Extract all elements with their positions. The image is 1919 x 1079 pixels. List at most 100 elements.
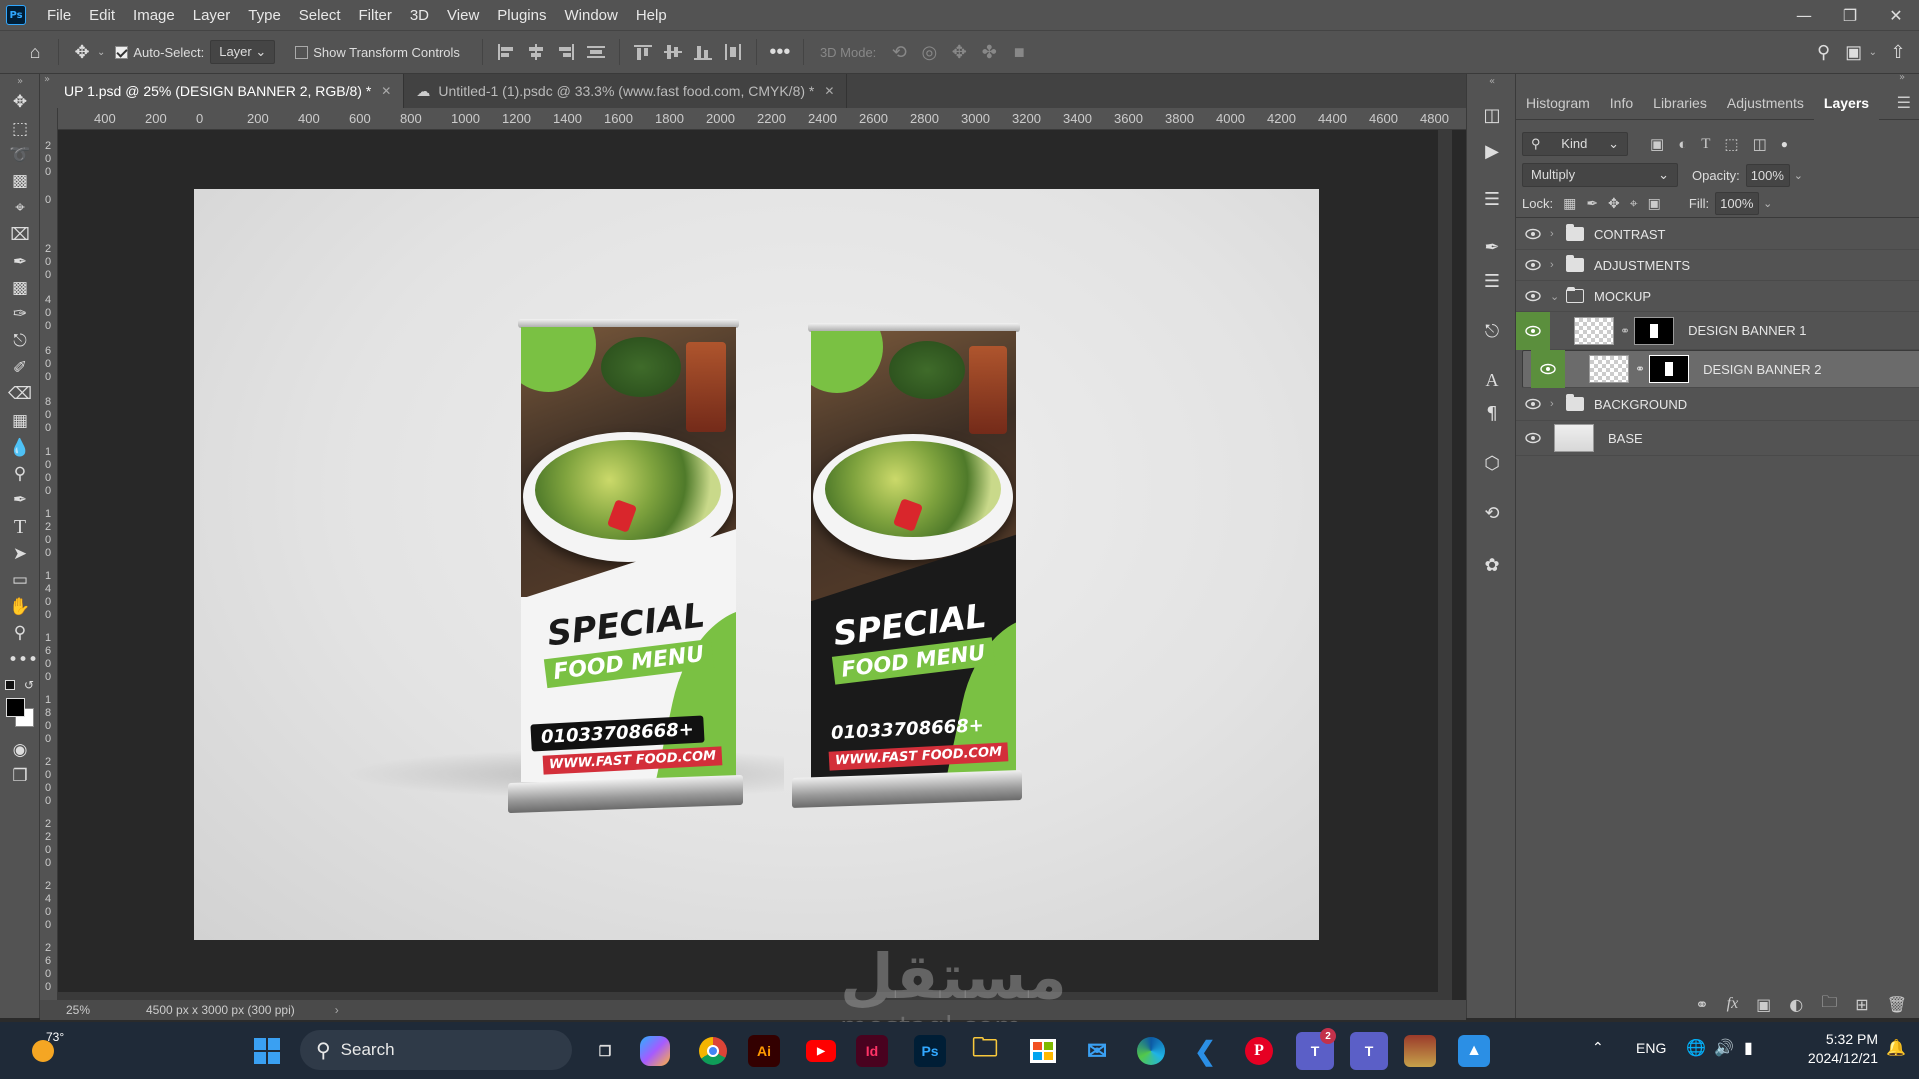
3d-roll-icon[interactable]: ◎ [914, 42, 944, 63]
collapse-icon[interactable]: » [8, 76, 32, 88]
menu-image[interactable]: Image [124, 7, 184, 24]
align-middle-icon[interactable] [662, 43, 684, 61]
start-button[interactable] [248, 1032, 286, 1070]
chevron-down-icon[interactable]: ⌄ [1763, 197, 1772, 210]
chevron-right-icon[interactable]: › [1550, 228, 1566, 240]
teams-work-icon[interactable]: T [1350, 1032, 1388, 1070]
fill-input[interactable]: 100% [1715, 192, 1760, 215]
visibility-eye-icon[interactable] [1531, 350, 1565, 388]
minimize-icon[interactable]: — [1781, 0, 1827, 30]
opacity-input[interactable]: 100% [1745, 163, 1790, 187]
document-info[interactable]: 4500 px x 3000 px (300 ppi) [146, 1003, 295, 1017]
photos-icon[interactable]: ▲ [1458, 1035, 1490, 1067]
vertical-scrollbar[interactable] [1438, 130, 1452, 1008]
layer-row-contrast[interactable]: › CONTRAST [1516, 219, 1919, 250]
filter-smart-object-icon[interactable]: ◫ [1753, 135, 1767, 153]
pinterest-icon[interactable]: P [1240, 1032, 1278, 1070]
chevron-down-icon[interactable]: ⌄ [1794, 169, 1803, 182]
close-tab-icon[interactable]: ✕ [381, 84, 391, 98]
eyedropper-tool-icon[interactable]: ✒ [8, 250, 32, 274]
3d-orbit-icon[interactable]: ⟲ [884, 42, 914, 63]
3d-camera-icon[interactable]: ■ [1004, 42, 1034, 63]
vscode-icon[interactable]: ❮ [1186, 1032, 1224, 1070]
share-icon[interactable]: ⇧ [1883, 42, 1913, 63]
zoom-tool-icon[interactable]: ⚲ [8, 621, 32, 645]
history-panel-icon[interactable]: ◫ [1480, 104, 1504, 128]
auto-select-checkbox[interactable] [115, 45, 129, 59]
menu-window[interactable]: Window [555, 7, 626, 24]
network-icon[interactable]: 🌐 [1686, 1038, 1706, 1057]
properties-panel-icon[interactable]: ☰ [1480, 188, 1504, 212]
add-mask-icon[interactable]: ▣ [1756, 995, 1771, 1014]
banner-2-mockup[interactable]: SPECIAL FOOD MENU 01033708668+ WWW.FAST … [792, 323, 1022, 809]
filter-pixel-icon[interactable]: ▣ [1650, 135, 1664, 153]
clone-source-icon[interactable]: ⎋ [1480, 320, 1504, 344]
clock[interactable]: 5:32 PM 2024/12/21 [1788, 1030, 1878, 1068]
collapse-icon[interactable]: » [1899, 72, 1905, 83]
expand-panels-icon[interactable]: » [40, 74, 54, 88]
photoshop-logo[interactable]: Ps [6, 5, 26, 25]
indesign-icon[interactable]: Id [856, 1035, 888, 1067]
horizontal-ruler[interactable]: 400 200 0 200 400 600 800 1000 1200 1400… [58, 108, 1466, 130]
foreground-color-swatch[interactable] [6, 698, 25, 717]
tab-libraries[interactable]: Libraries [1643, 86, 1717, 120]
tab-info[interactable]: Info [1600, 86, 1643, 120]
chevron-right-icon[interactable]: › [1550, 259, 1566, 271]
menu-file[interactable]: File [38, 7, 80, 24]
copilot-icon[interactable] [640, 1036, 670, 1066]
tab-adjustments[interactable]: Adjustments [1717, 86, 1814, 120]
align-bottom-icon[interactable] [692, 43, 714, 61]
actions-panel-icon[interactable]: ▶ [1480, 140, 1504, 164]
channels-panel-icon[interactable]: ✿ [1480, 554, 1504, 578]
3d-pan-icon[interactable]: ✥ [944, 42, 974, 63]
menu-type[interactable]: Type [239, 7, 290, 24]
search-icon[interactable]: ⚲ [1809, 42, 1839, 63]
link-icon[interactable]: ⚭ [1635, 362, 1645, 376]
timeline-panel-icon[interactable]: ⟲ [1480, 502, 1504, 526]
history-brush-tool-icon[interactable]: ✐ [8, 356, 32, 380]
tab-histogram[interactable]: Histogram [1516, 86, 1600, 120]
chevron-down-icon[interactable]: ⌄ [97, 47, 105, 58]
volume-icon[interactable]: 🔊 [1714, 1038, 1734, 1057]
home-icon[interactable]: ⌂ [20, 42, 50, 63]
edge-icon[interactable] [1132, 1032, 1170, 1070]
edit-toolbar-icon[interactable]: ••• [8, 648, 38, 672]
task-view-icon[interactable]: ❐ [586, 1032, 624, 1070]
character-panel-icon[interactable]: A [1480, 368, 1504, 392]
panel-menu-icon[interactable]: ☰ [1897, 93, 1911, 113]
file-explorer-icon[interactable]: 🗀 [966, 1032, 1004, 1070]
lock-transparent-icon[interactable]: ▦ [1563, 195, 1576, 212]
align-right-icon[interactable] [555, 43, 577, 61]
layer-row-adjustments[interactable]: › ADJUSTMENTS [1516, 250, 1919, 281]
winrar-icon[interactable] [1404, 1035, 1436, 1067]
lock-image-icon[interactable]: ✒ [1586, 195, 1598, 212]
hand-tool-icon[interactable]: ✋ [8, 595, 32, 619]
lock-all-icon[interactable]: ▣ [1648, 195, 1661, 212]
pen-tool-icon[interactable]: ✒ [8, 488, 32, 512]
chevron-up-icon[interactable]: ⌃ [1592, 1040, 1604, 1056]
rectangle-tool-icon[interactable]: ▭ [8, 568, 32, 592]
vertical-ruler[interactable]: 2 0 0 0 2 0 0 4 0 0 6 0 0 8 0 0 1 0 0 0 … [40, 108, 58, 1008]
visibility-eye-icon[interactable] [1516, 217, 1550, 252]
visibility-eye-icon[interactable] [1516, 387, 1550, 422]
filter-toggle-icon[interactable]: ● [1781, 137, 1788, 151]
visibility-eye-icon[interactable] [1516, 248, 1550, 283]
lock-artboard-icon[interactable]: ⌖ [1630, 195, 1638, 212]
eraser-tool-icon[interactable]: ⌫ [8, 382, 32, 406]
brushes-panel-icon[interactable]: ☰ [1480, 270, 1504, 294]
delete-layer-icon[interactable]: 🗑 [1887, 995, 1907, 1014]
battery-icon[interactable]: ▮ [1744, 1038, 1753, 1057]
paragraph-panel-icon[interactable]: ¶ [1480, 402, 1504, 426]
visibility-eye-icon[interactable] [1516, 311, 1550, 350]
filter-shape-icon[interactable]: ⬚ [1724, 135, 1738, 153]
taskbar-search[interactable]: ⚲ Search [300, 1030, 572, 1070]
chrome-icon[interactable] [694, 1032, 732, 1070]
blend-mode-dropdown[interactable]: Multiply ⌄ [1522, 163, 1678, 187]
move-tool-preset-icon[interactable]: ✥ [67, 42, 97, 63]
marquee-tool-icon[interactable]: ⬚ [8, 117, 32, 141]
microsoft-store-icon[interactable] [1024, 1032, 1062, 1070]
restore-icon[interactable]: ❐ [1827, 0, 1873, 30]
zoom-level[interactable]: 25% [40, 1003, 104, 1017]
object-selection-tool-icon[interactable]: ▩ [8, 169, 32, 193]
layer-row-design-banner-1[interactable]: ⚭ DESIGN BANNER 1 [1516, 311, 1919, 350]
